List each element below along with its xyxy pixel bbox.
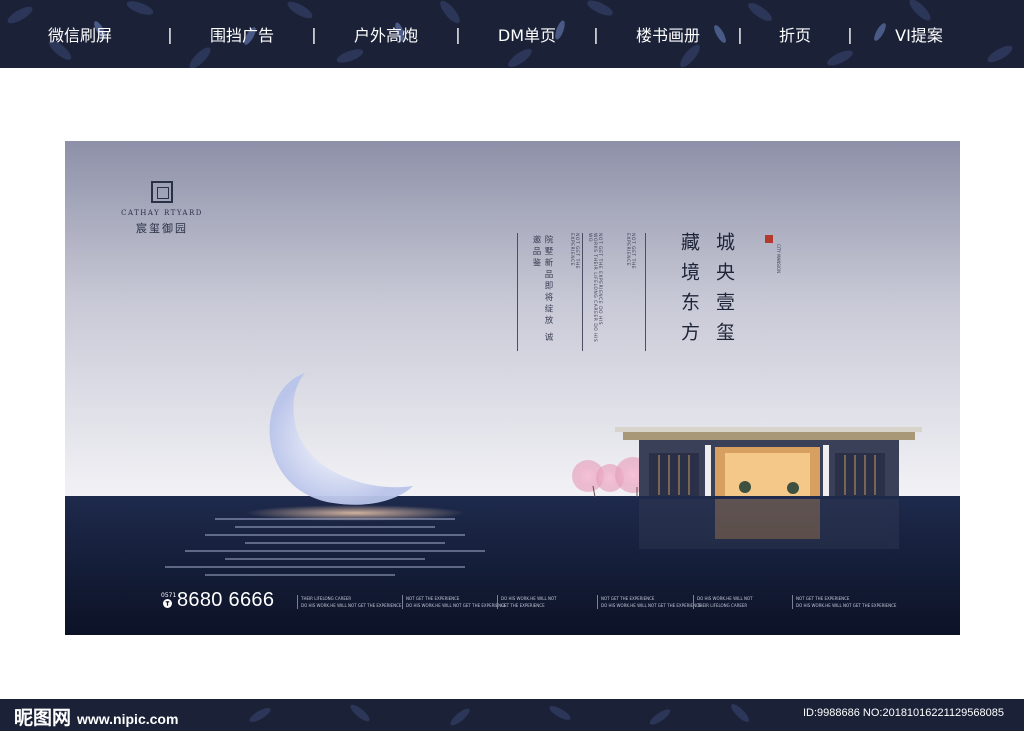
divider (517, 233, 518, 351)
vertical-english-3: NOT GET THE EXPERIENCE (625, 233, 635, 270)
nav-separator: | (455, 24, 461, 44)
watermark-bar: 昵图网 www.nipic.com ID:9988686 NO:20181016… (0, 699, 1024, 731)
image-id-text: ID:9988686 NO:20181016221129568085 (802, 707, 1004, 719)
red-seal-icon (765, 235, 773, 243)
footer-tag: NOT GET THE EXPERIENCE DO HIS WORK.HE WIL… (597, 595, 701, 609)
vertical-english-2: NOT GET THE EXPERIENCE DO HIS WORKS THEI… (587, 233, 602, 343)
phone-digits: 8680 6666 (177, 589, 275, 611)
phone-number: 0571 8680 6666 (161, 589, 274, 612)
nipic-brand: 昵图网 (14, 707, 72, 729)
nipic-url[interactable]: www.nipic.com (77, 711, 178, 727)
city-mansion-label: CITY MANSION (776, 244, 781, 274)
nav-item-brochure[interactable]: 楼书画册 (606, 22, 730, 46)
divider (582, 233, 583, 351)
logo-chinese-name: 宸玺御园 (136, 222, 188, 235)
phone-icon (162, 598, 172, 608)
footer-tag: THEIR LIFELONG CAREER DO HIS WORK.HE WILL… (297, 595, 401, 609)
nav-separator: | (737, 24, 743, 44)
nipic-logo[interactable]: 昵图网 www.nipic.com (14, 703, 178, 730)
nav-separator: | (593, 24, 599, 44)
vertical-english-1: NOT GET THE EXPERIENCE (569, 233, 579, 270)
headline-left: 藏境东方 (678, 232, 700, 352)
nav-menu: 微信刷屏 | 围挡广告 | 户外高炮 | DM单页 | 楼书画册 | 折页 | … (0, 0, 1024, 68)
nav-separator: | (311, 24, 317, 44)
nav-item-billboard[interactable]: 户外高炮 (324, 22, 448, 46)
footer-tag: DO HIS WORK.HE WILL NOT GET THE EXPERIENC… (497, 595, 557, 609)
phone-area-code: 0571 (161, 592, 176, 610)
nav-item-dm-flyer[interactable]: DM单页 (468, 22, 586, 46)
vertical-slogan: 院墅新品即将绽放 诚邀品鉴 (531, 235, 553, 345)
headline-right: 城央壹玺 (713, 232, 735, 352)
footer-tag: DO HIS WORK.HE WILL NOT THEIR LIFELONG CA… (693, 595, 753, 609)
nav-item-vi-proposal[interactable]: VI提案 (860, 22, 978, 46)
nav-separator: | (167, 24, 173, 44)
footer-tag: NOT GET THE EXPERIENCE DO HIS WORK.HE WIL… (402, 595, 506, 609)
nav-item-wechat[interactable]: 微信刷屏 (0, 22, 160, 46)
top-nav-bar: 微信刷屏 | 围挡广告 | 户外高炮 | DM单页 | 楼书画册 | 折页 | … (0, 0, 1024, 68)
nav-separator: | (847, 24, 853, 44)
logo-english-name: CATHAY RTYARD (121, 209, 203, 217)
divider (645, 233, 646, 351)
nav-item-hoarding[interactable]: 围挡广告 (180, 22, 304, 46)
footer-tag: NOT GET THE EXPERIENCE DO HIS WORK.HE WIL… (792, 595, 896, 609)
brand-logo: CATHAY RTYARD 宸玺御园 (107, 181, 217, 236)
logo-mark-icon (151, 181, 173, 203)
villa-building (615, 427, 922, 496)
nav-item-folding[interactable]: 折页 (750, 22, 840, 46)
